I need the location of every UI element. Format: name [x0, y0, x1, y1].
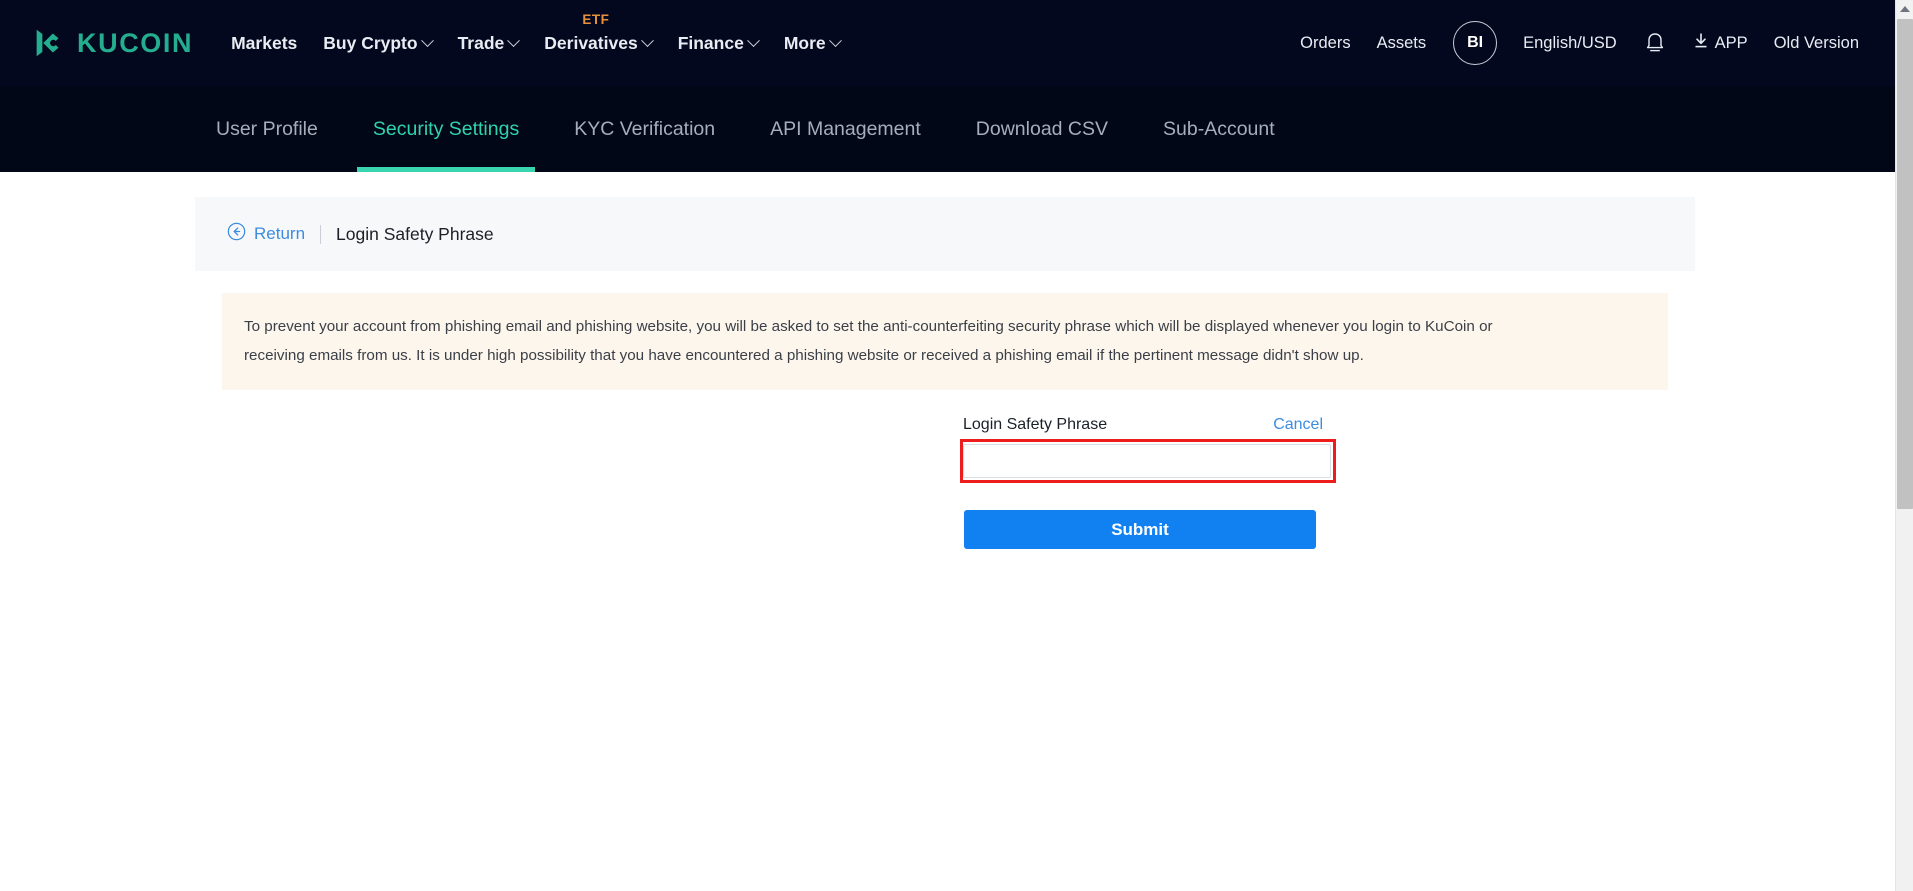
- etf-badge: ETF: [582, 12, 610, 27]
- app-label: APP: [1714, 33, 1748, 52]
- nav-item-finance[interactable]: Finance: [677, 0, 760, 86]
- notice-line-1: To prevent your account from phishing em…: [244, 318, 1493, 335]
- submit-button[interactable]: Submit: [964, 510, 1316, 549]
- header-right-group: Orders Assets BI English/USD APP Old Ver…: [1274, 21, 1859, 65]
- chevron-down-icon: [420, 33, 434, 47]
- return-button[interactable]: Return: [227, 222, 305, 246]
- tab-download-csv[interactable]: Download CSV: [976, 86, 1108, 172]
- tab-label: Sub-Account: [1163, 117, 1275, 140]
- nav-label: Markets: [231, 32, 298, 53]
- page-title: Login Safety Phrase: [336, 223, 494, 244]
- nav-item-buy-crypto[interactable]: Buy Crypto: [323, 0, 434, 86]
- tab-kyc-verification[interactable]: KYC Verification: [574, 86, 715, 172]
- content-card: Return Login Safety Phrase To prevent yo…: [195, 197, 1695, 549]
- nav-label: Finance: [677, 32, 744, 53]
- field-header-row: Login Safety Phrase Cancel: [963, 416, 1323, 434]
- nav-item-markets[interactable]: Markets: [231, 0, 297, 86]
- main-navigation: Markets Buy Crypto Trade ETF Derivatives…: [231, 0, 866, 86]
- nav-label: More: [783, 32, 826, 53]
- nav-label: Buy Crypto: [323, 32, 418, 53]
- safety-phrase-form: Login Safety Phrase Cancel Submit: [195, 416, 1695, 549]
- login-safety-phrase-input[interactable]: [963, 444, 1331, 478]
- circle-arrow-left-icon: [227, 222, 246, 246]
- input-wrapper: [960, 439, 1336, 483]
- chevron-down-icon: [828, 33, 842, 47]
- chevron-down-icon: [746, 33, 760, 47]
- notification-bell-icon[interactable]: [1644, 31, 1666, 55]
- top-header: KUCOIN Markets Buy Crypto Trade ETF Deri…: [0, 0, 1895, 86]
- tab-api-management[interactable]: API Management: [770, 86, 921, 172]
- language-currency-selector[interactable]: English/USD: [1523, 34, 1617, 53]
- assets-link[interactable]: Assets: [1377, 34, 1427, 53]
- chevron-down-icon: [507, 33, 521, 47]
- kucoin-logo-text: KUCOIN: [77, 27, 194, 58]
- app-download-link[interactable]: APP: [1693, 32, 1748, 54]
- tab-label: API Management: [770, 117, 921, 140]
- cancel-link[interactable]: Cancel: [1273, 416, 1323, 434]
- nav-item-more[interactable]: More: [783, 0, 842, 86]
- nav-item-derivatives[interactable]: ETF Derivatives: [544, 0, 654, 86]
- card-header: Return Login Safety Phrase: [195, 197, 1695, 271]
- tab-label: Security Settings: [372, 117, 520, 140]
- tab-user-profile[interactable]: User Profile: [216, 86, 318, 172]
- download-icon: [1693, 32, 1715, 54]
- chevron-down-icon: [640, 33, 654, 47]
- tab-label: KYC Verification: [574, 117, 716, 140]
- avatar[interactable]: BI: [1453, 21, 1498, 65]
- login-safety-phrase-label: Login Safety Phrase: [963, 416, 1108, 433]
- page-root: KUCOIN Markets Buy Crypto Trade ETF Deri…: [0, 0, 1913, 891]
- notice-line-2: receiving emails from us. It is under hi…: [244, 347, 1364, 364]
- tab-security-settings[interactable]: Security Settings: [356, 86, 536, 172]
- return-label: Return: [254, 224, 306, 243]
- scroll-thumb[interactable]: [1897, 19, 1913, 509]
- orders-link[interactable]: Orders: [1300, 34, 1350, 53]
- vertical-scrollbar[interactable]: [1895, 0, 1913, 891]
- tab-sub-account[interactable]: Sub-Account: [1163, 86, 1275, 172]
- page-body: Return Login Safety Phrase To prevent yo…: [0, 172, 1895, 891]
- scroll-up-arrow-icon[interactable]: [1896, 0, 1913, 18]
- kucoin-logo-icon: [30, 24, 68, 62]
- header-divider: [320, 224, 322, 244]
- account-sub-navigation: User Profile Security Settings KYC Verif…: [0, 86, 1895, 172]
- nav-label: Derivatives: [544, 32, 638, 53]
- old-version-link[interactable]: Old Version: [1774, 34, 1859, 53]
- nav-item-trade[interactable]: Trade: [457, 0, 521, 86]
- phishing-notice-banner: To prevent your account from phishing em…: [222, 293, 1668, 390]
- nav-label: Trade: [457, 32, 505, 53]
- tab-label: Download CSV: [975, 117, 1109, 140]
- tab-label: User Profile: [216, 117, 318, 140]
- kucoin-logo[interactable]: KUCOIN: [30, 24, 193, 62]
